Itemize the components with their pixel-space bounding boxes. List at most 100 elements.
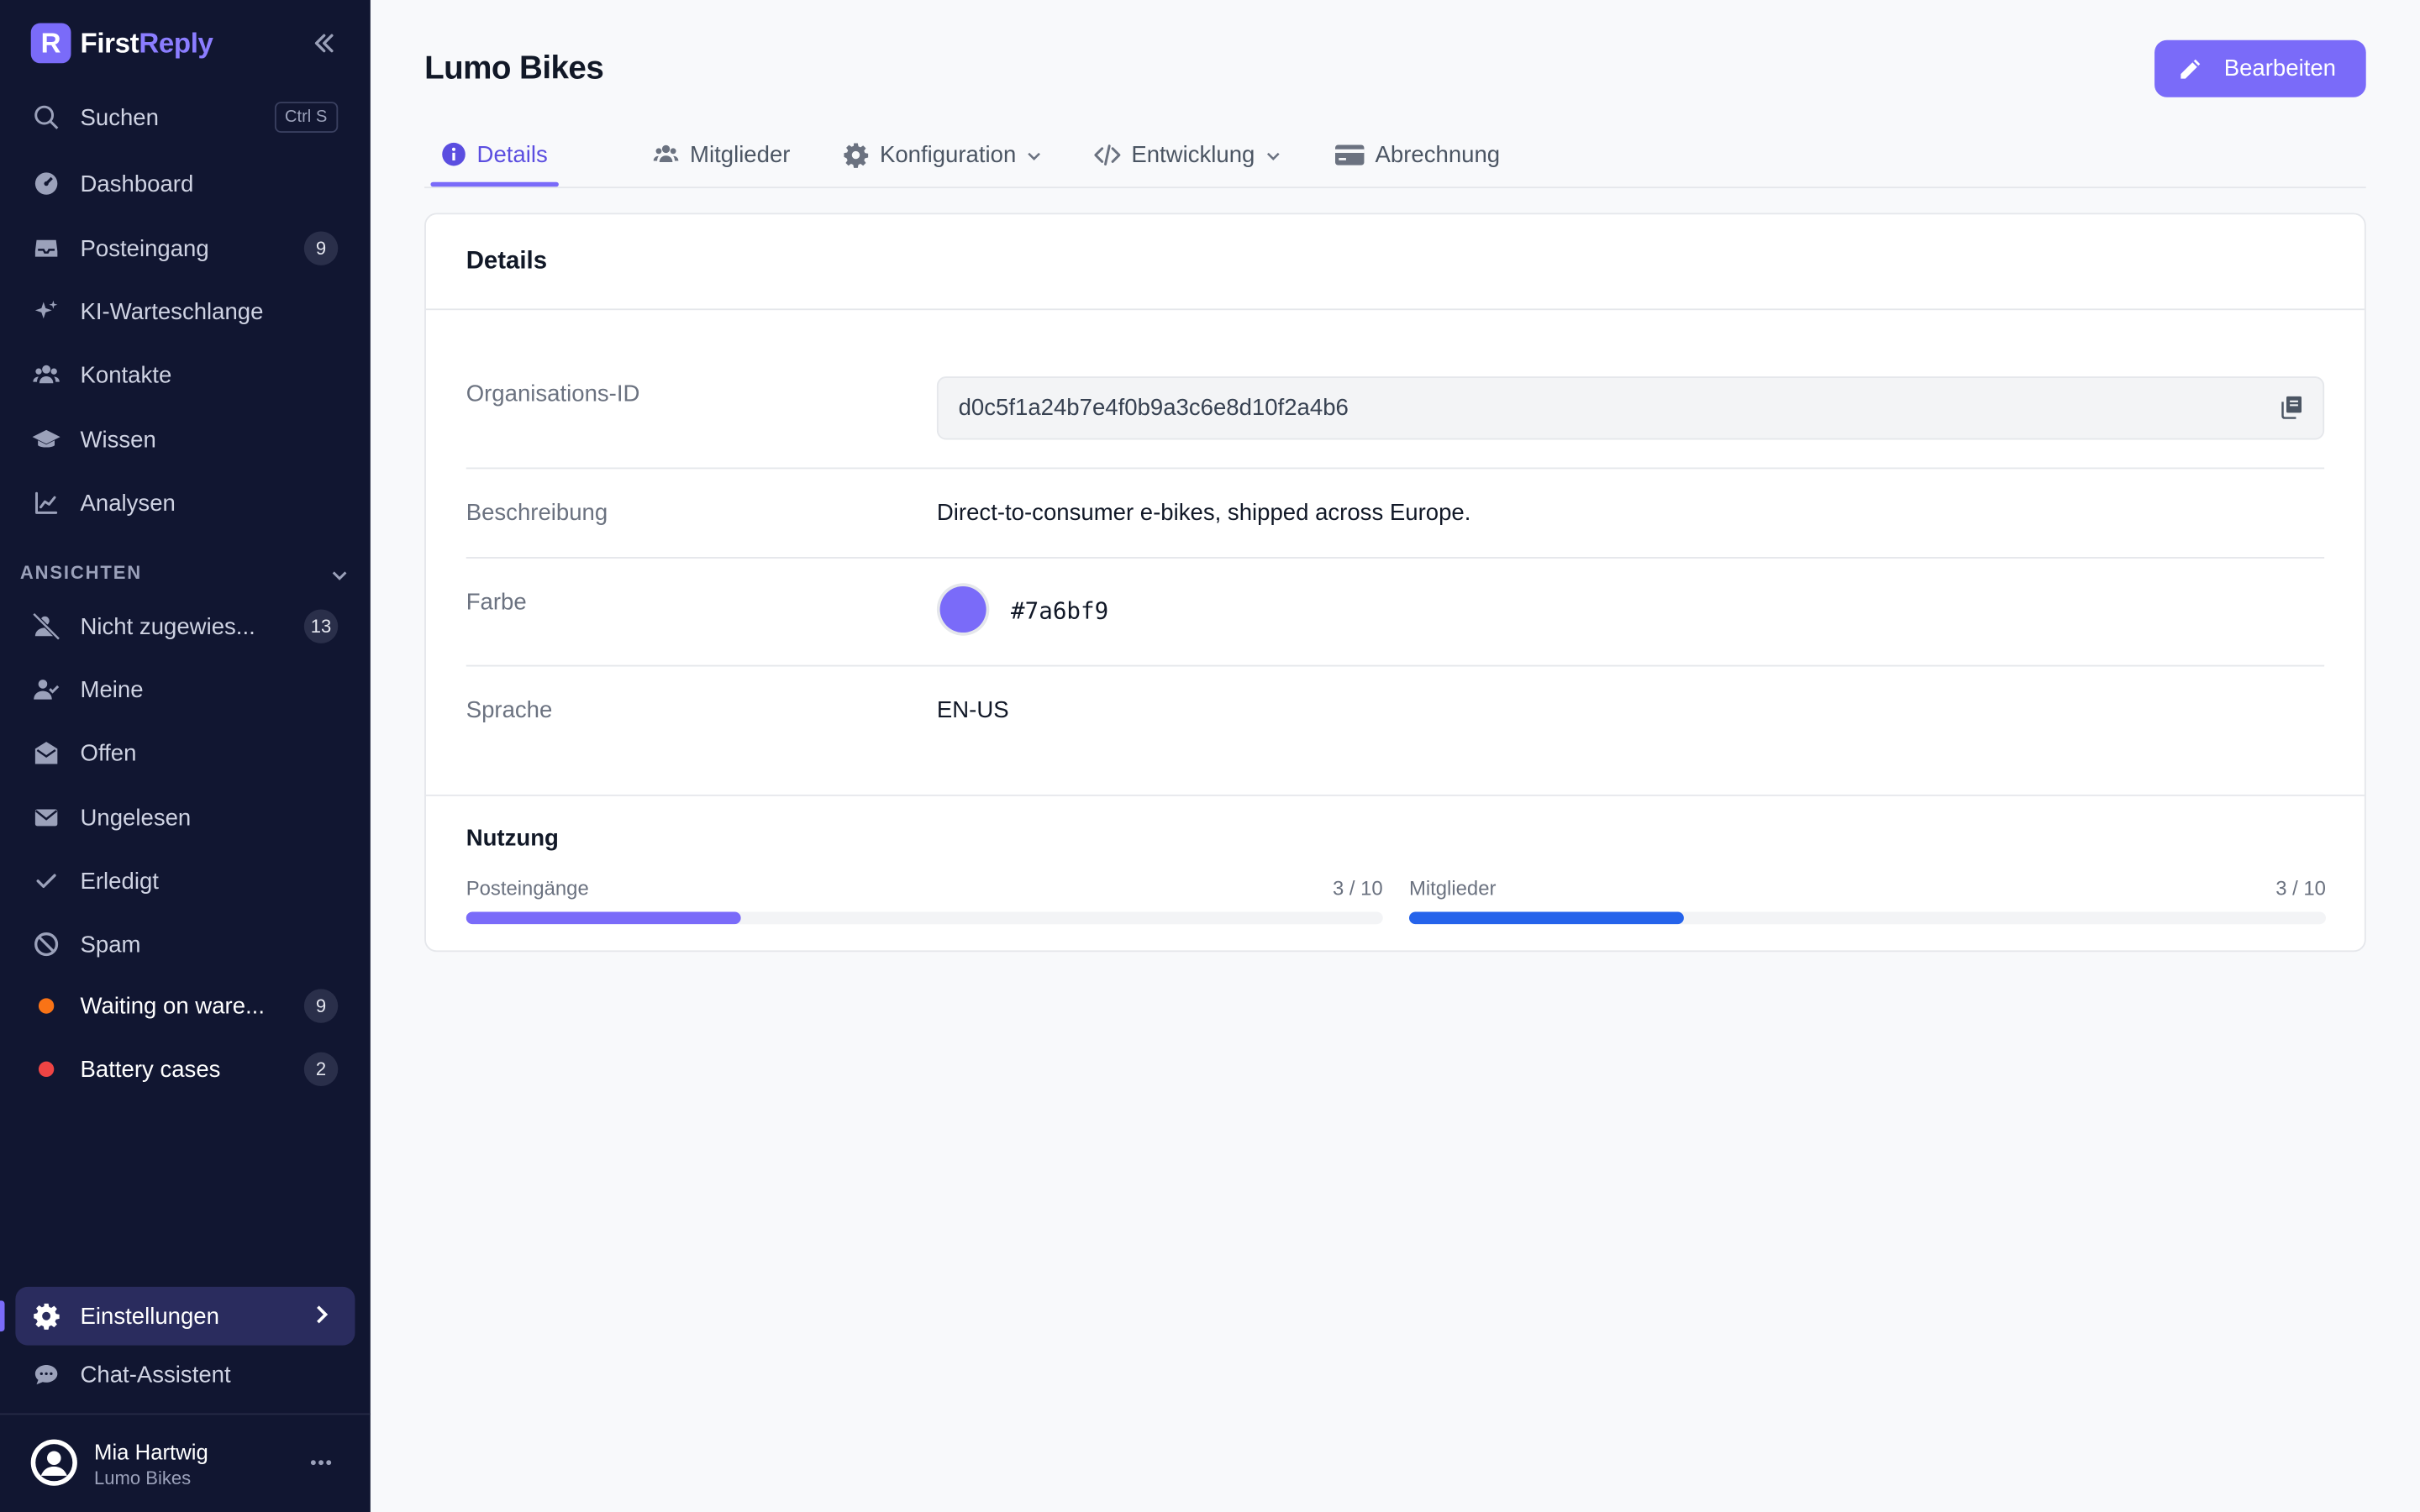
progress-fill	[1408, 911, 1685, 925]
sidebar-item-label: Nicht zugewies...	[80, 613, 255, 640]
tab-development[interactable]: Entwicklung	[1094, 123, 1282, 185]
meter-value-members: 3 / 10	[2275, 876, 2326, 900]
sidebar-item-chat-assistant[interactable]: Chat-Assistent	[15, 1347, 355, 1402]
sidebar-item-contacts[interactable]: Kontakte	[15, 347, 355, 402]
color-value: #7a6bf9	[1011, 596, 1109, 625]
sidebar-item-knowledge[interactable]: Wissen	[15, 412, 355, 467]
gear-icon	[843, 141, 869, 167]
status-dot	[38, 998, 55, 1014]
sidebar-item-dashboard[interactable]: Dashboard	[15, 156, 355, 212]
edit-button-label: Bearbeiten	[2223, 55, 2337, 82]
sidebar: R FirstReply Suchen Ctrl S Dashboard Pos…	[0, 0, 371, 1512]
views-section-title: ANSICHTEN	[19, 561, 143, 584]
user-check-icon	[31, 675, 62, 706]
sidebar-view-spam[interactable]: Spam	[15, 916, 355, 972]
sidebar-divider	[0, 1413, 371, 1415]
tab-label: Abrechnung	[1375, 141, 1501, 168]
active-tab-underline	[430, 181, 559, 187]
sidebar-item-label: Wissen	[80, 426, 156, 454]
progress-bar-inboxes	[466, 911, 1383, 925]
meter-value-inboxes: 3 / 10	[1332, 876, 1383, 900]
brand-name-second: Reply	[139, 27, 213, 58]
chart-line-icon	[31, 487, 62, 518]
meter-label-members: Mitglieder	[1408, 876, 1497, 900]
divider	[425, 794, 2365, 796]
color-label: Farbe	[466, 589, 527, 616]
sparkles-icon	[31, 297, 62, 328]
pencil-icon	[2176, 55, 2204, 82]
sidebar-item-label: Offen	[80, 739, 137, 766]
more-options-icon[interactable]	[306, 1447, 337, 1478]
progress-fill	[466, 911, 741, 925]
divider	[466, 467, 2325, 470]
divider	[466, 557, 2325, 559]
chevron-down-icon[interactable]	[329, 564, 350, 586]
credit-card-icon	[1335, 141, 1365, 167]
active-indicator	[0, 1300, 5, 1332]
org-id-label: Organisations-ID	[466, 381, 640, 407]
brand-name: FirstReply	[81, 27, 213, 60]
sidebar-view-unread[interactable]: Ungelesen	[15, 790, 355, 845]
check-icon	[31, 865, 62, 896]
users-icon	[31, 360, 62, 391]
sidebar-view-open[interactable]: Offen	[15, 725, 355, 780]
info-circle-icon	[439, 141, 466, 167]
sidebar-view-done[interactable]: Erledigt	[15, 853, 355, 909]
sidebar-item-label: KI-Warteschlange	[80, 298, 264, 325]
search-icon	[31, 102, 62, 133]
search-label: Suchen	[80, 103, 159, 131]
sidebar-view-battery-cases[interactable]: Battery cases 2	[15, 1042, 355, 1097]
language-value: EN-US	[936, 697, 1009, 724]
progress-bar-members	[1408, 911, 2326, 925]
sidebar-item-label: Chat-Assistent	[80, 1361, 231, 1389]
search-button[interactable]: Suchen Ctrl S	[15, 90, 355, 145]
collapse-sidebar-icon[interactable]	[308, 28, 339, 59]
count-badge: 2	[303, 1052, 339, 1087]
sidebar-item-label: Dashboard	[80, 170, 194, 197]
sidebar-item-label: Spam	[80, 931, 141, 958]
chevron-down-icon	[1025, 145, 1044, 164]
users-icon	[653, 141, 679, 167]
tab-label: Mitglieder	[690, 141, 791, 168]
tab-members[interactable]: Mitglieder	[653, 123, 791, 185]
tab-label: Details	[476, 141, 548, 168]
org-id-value: d0c5f1a24b7e4f0b9a3c6e8d10f2a4b6	[958, 395, 1349, 422]
inbox-icon	[31, 233, 62, 264]
sidebar-item-label: Kontakte	[80, 361, 172, 388]
edit-button[interactable]: Bearbeiten	[2154, 39, 2366, 97]
tab-billing[interactable]: Abrechnung	[1335, 123, 1500, 185]
tab-details[interactable]: Details	[439, 123, 548, 185]
dashboard-icon	[31, 168, 62, 199]
usage-heading: Nutzung	[466, 825, 559, 852]
divider	[425, 308, 2365, 311]
description-label: Beschreibung	[466, 500, 608, 527]
sidebar-item-ai-queue[interactable]: KI-Warteschlange	[15, 284, 355, 339]
details-heading: Details	[466, 248, 548, 275]
brand-name-first: First	[80, 27, 139, 58]
code-icon	[1094, 141, 1121, 167]
org-id-field[interactable]: d0c5f1a24b7e4f0b9a3c6e8d10f2a4b6	[936, 376, 2325, 440]
sidebar-item-label: Analysen	[80, 490, 176, 517]
chat-bubble-icon	[31, 1359, 62, 1390]
sidebar-view-mine[interactable]: Meine	[15, 662, 355, 717]
chevron-right-icon	[308, 1302, 333, 1326]
sidebar-view-waiting-on-warehouse[interactable]: Waiting on ware... 9	[15, 978, 355, 1033]
description-value: Direct-to-consumer e-bikes, shipped acro…	[936, 500, 1471, 527]
avatar[interactable]	[30, 1439, 77, 1486]
sidebar-item-label: Waiting on ware...	[80, 992, 266, 1020]
sidebar-item-label: Erledigt	[80, 868, 159, 895]
sidebar-view-unassigned[interactable]: Nicht zugewies... 13	[15, 599, 355, 654]
sidebar-item-analytics[interactable]: Analysen	[15, 475, 355, 531]
ban-icon	[31, 929, 62, 960]
sidebar-item-inbox[interactable]: Posteingang 9	[15, 221, 355, 276]
page-title: Lumo Bikes	[424, 50, 604, 87]
sidebar-item-label: Posteingang	[80, 235, 209, 262]
language-label: Sprache	[466, 697, 553, 724]
tab-bar: Details Mitglieder Konfiguration Entwick…	[424, 123, 2366, 189]
brand-logo: R	[30, 23, 71, 64]
brand[interactable]: R FirstReply	[30, 23, 213, 64]
copy-icon[interactable]	[2280, 395, 2307, 423]
tab-configuration[interactable]: Konfiguration	[843, 123, 1044, 185]
count-badge: 9	[303, 989, 339, 1023]
sidebar-item-settings[interactable]: Einstellungen	[15, 1286, 355, 1346]
